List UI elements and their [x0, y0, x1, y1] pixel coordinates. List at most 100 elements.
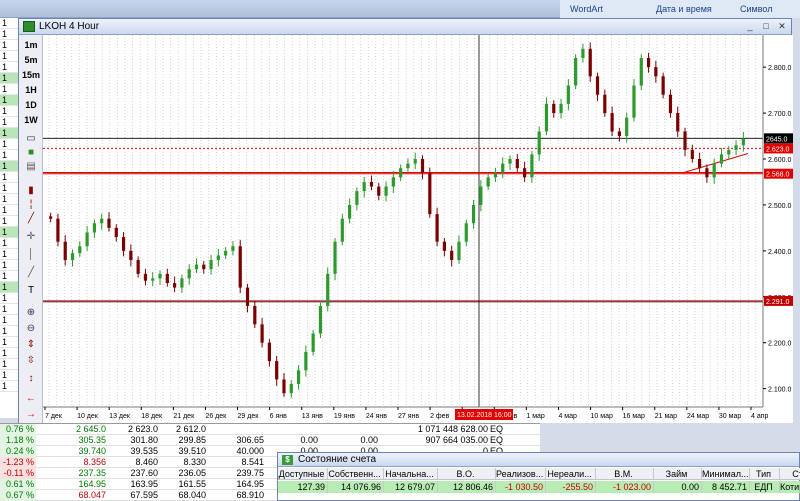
- candle-body[interactable]: [348, 204, 352, 219]
- zoom-out-icon[interactable]: ⊖: [24, 323, 38, 335]
- symbol-button[interactable]: Символ: [740, 4, 772, 14]
- candle-body[interactable]: [369, 181, 374, 187]
- close-button[interactable]: ✕: [775, 21, 789, 32]
- candle-body[interactable]: [151, 278, 155, 281]
- account-column-header[interactable]: В.О.: [438, 468, 496, 480]
- candle-body[interactable]: [304, 351, 308, 371]
- candle-body[interactable]: [712, 163, 716, 178]
- candle-body[interactable]: [165, 273, 169, 283]
- shift-up-icon[interactable]: ⇕: [24, 339, 38, 351]
- candle-body[interactable]: [501, 163, 505, 173]
- minimize-button[interactable]: _: [743, 21, 757, 32]
- candle-body[interactable]: [399, 168, 403, 178]
- bars-icon[interactable]: ¦: [24, 199, 38, 211]
- candle-body[interactable]: [442, 241, 446, 251]
- instrument-list-row[interactable]: 1: [0, 205, 19, 216]
- candle-body[interactable]: [559, 103, 563, 114]
- instrument-list-row[interactable]: 1: [0, 51, 19, 62]
- timeframe-1m-button[interactable]: 1m: [21, 39, 41, 52]
- timeframe-1w-button[interactable]: 1W: [21, 114, 41, 127]
- instrument-list-row[interactable]: 1: [0, 106, 19, 117]
- candle-body[interactable]: [391, 177, 395, 187]
- candle-body[interactable]: [544, 103, 549, 132]
- candle-body[interactable]: [508, 159, 512, 164]
- instrument-list-row[interactable]: 1: [0, 337, 19, 348]
- candle-body[interactable]: [705, 168, 709, 178]
- candle-body[interactable]: [85, 232, 89, 247]
- candle-body[interactable]: [625, 117, 629, 137]
- instrument-list-row[interactable]: 1: [0, 271, 19, 282]
- candle-body[interactable]: [632, 85, 636, 118]
- candle-body[interactable]: [158, 273, 162, 279]
- candle-body[interactable]: [566, 85, 570, 104]
- instrument-list-row[interactable]: 1: [0, 216, 19, 227]
- chart-titlebar[interactable]: LKOH 4 Hour _ □ ✕: [19, 19, 791, 35]
- candle-body[interactable]: [690, 149, 694, 159]
- candle-body[interactable]: [231, 246, 235, 251]
- account-column-header[interactable]: Доступные: [278, 468, 328, 480]
- text-tool-icon[interactable]: T: [24, 285, 38, 297]
- instrument-list-row[interactable]: 1: [0, 29, 19, 40]
- candle-body[interactable]: [384, 186, 388, 196]
- candle-body[interactable]: [92, 223, 96, 233]
- candle-body[interactable]: [661, 76, 665, 95]
- instrument-list-row[interactable]: 1: [0, 260, 19, 271]
- candle-body[interactable]: [275, 361, 279, 380]
- instrument-list-row[interactable]: 1: [0, 249, 19, 260]
- candle-body[interactable]: [719, 154, 724, 164]
- instrument-list-row[interactable]: 1: [0, 40, 19, 51]
- candle-body[interactable]: [646, 57, 651, 68]
- candle-body[interactable]: [70, 253, 75, 261]
- candle-body[interactable]: [574, 57, 578, 86]
- price-chart[interactable]: 2.800.02.700.02.600.02.500.02.400.02.300…: [43, 35, 793, 423]
- candle-body[interactable]: [581, 48, 585, 58]
- scroll-left-icon[interactable]: ←: [24, 393, 38, 405]
- instrument-list-row[interactable]: 1: [0, 73, 19, 84]
- shift-down-icon[interactable]: ↕: [24, 373, 38, 385]
- candle-body[interactable]: [289, 384, 293, 394]
- candle-body[interactable]: [107, 218, 111, 228]
- candle-body[interactable]: [114, 227, 118, 238]
- candle-body[interactable]: [493, 172, 498, 178]
- candle-body[interactable]: [610, 113, 614, 132]
- instrument-list-row[interactable]: 1: [0, 84, 19, 95]
- candle-body[interactable]: [471, 204, 476, 224]
- candle-body[interactable]: [741, 138, 745, 146]
- candle-body[interactable]: [734, 145, 738, 150]
- timeframe-1h-button[interactable]: 1H: [21, 84, 41, 97]
- instrument-list-row[interactable]: 1: [0, 282, 19, 293]
- timeframe-1d-button[interactable]: 1D: [21, 99, 41, 112]
- instrument-list-row[interactable]: 1: [0, 227, 19, 238]
- candle-body[interactable]: [129, 250, 133, 261]
- scroll-right-icon[interactable]: →: [24, 409, 38, 421]
- account-column-header[interactable]: Нереали...: [546, 468, 596, 480]
- candle-body[interactable]: [49, 216, 53, 219]
- candle-body[interactable]: [595, 76, 600, 95]
- candle-body[interactable]: [209, 260, 213, 270]
- candle-body[interactable]: [100, 218, 104, 224]
- account-column-header[interactable]: Собственн...: [328, 468, 384, 480]
- candle-body[interactable]: [282, 379, 286, 394]
- candle-body[interactable]: [479, 186, 483, 205]
- candles-icon[interactable]: ▮: [24, 185, 38, 197]
- timeframe-15m-button[interactable]: 15m: [21, 69, 41, 82]
- candle-body[interactable]: [683, 131, 687, 150]
- candle-body[interactable]: [216, 255, 220, 261]
- instrument-list-row[interactable]: 1: [0, 238, 19, 249]
- timeframe-5m-button[interactable]: 5m: [21, 54, 41, 67]
- candle-body[interactable]: [676, 113, 680, 132]
- instrument-list-row[interactable]: 1: [0, 381, 19, 392]
- instrument-list-row[interactable]: 1: [0, 183, 19, 194]
- price-chart-svg[interactable]: 2.800.02.700.02.600.02.500.02.400.02.300…: [43, 35, 793, 423]
- account-column-header[interactable]: Начальна...: [384, 468, 438, 480]
- table-row[interactable]: 1.18 % 305.35 301.80 299.85 306.65 0.00 0.00 90…: [0, 435, 540, 446]
- candle-body[interactable]: [406, 163, 410, 169]
- candle-body[interactable]: [224, 250, 228, 256]
- candle-body[interactable]: [180, 278, 184, 288]
- candle-body[interactable]: [515, 159, 519, 169]
- instrument-list-row[interactable]: 1: [0, 326, 19, 337]
- candle-body[interactable]: [377, 186, 381, 196]
- candle-body[interactable]: [457, 241, 461, 261]
- instrument-list-row[interactable]: 1: [0, 370, 19, 381]
- candle-body[interactable]: [56, 218, 60, 242]
